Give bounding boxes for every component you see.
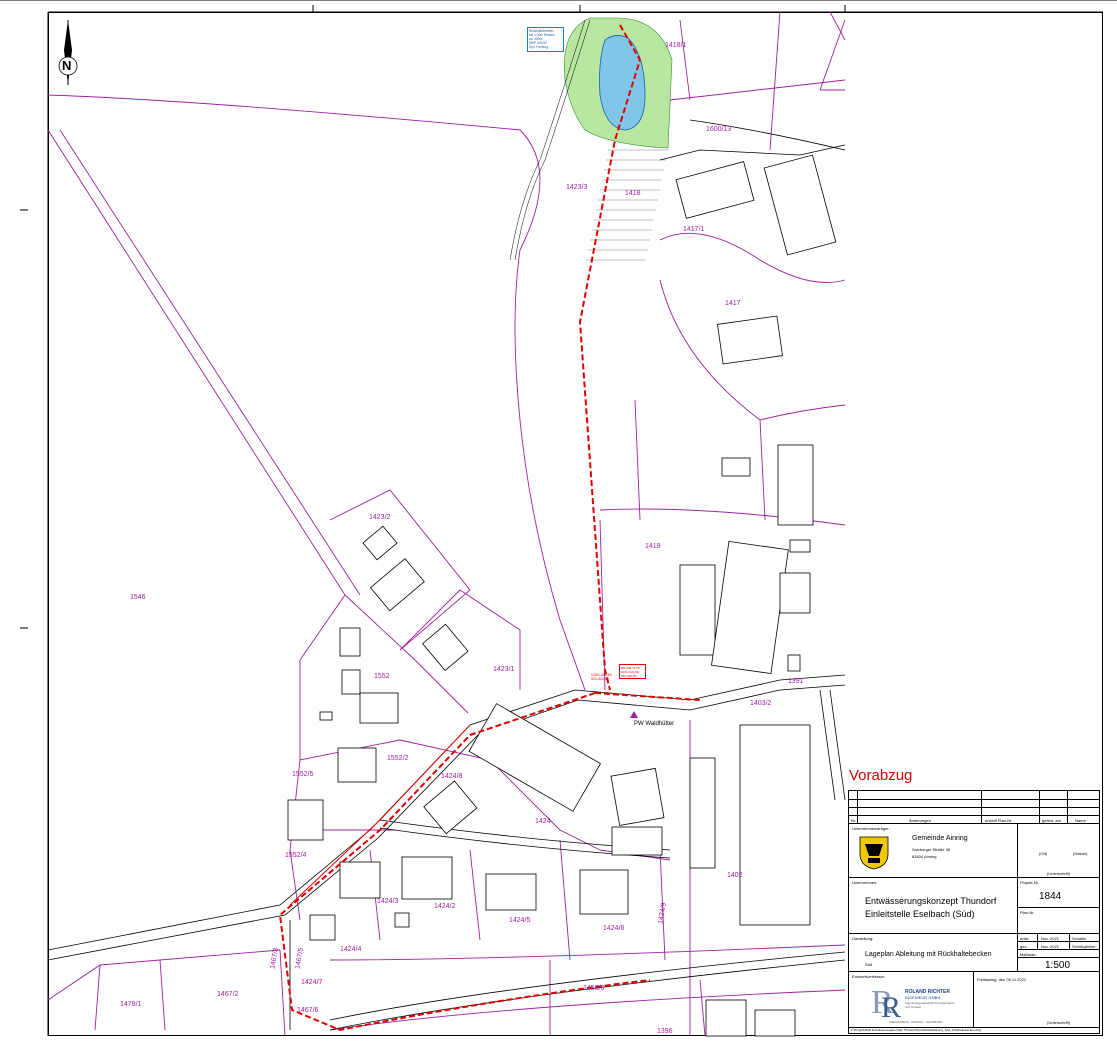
display-title: Lageplan Ableitung mit Rückhaltebecken — [865, 951, 992, 958]
parcel-label: 1424/2 — [434, 903, 456, 910]
scale-value: 1:500 — [1045, 960, 1071, 971]
parcel-label: 1479/1 — [120, 1001, 142, 1008]
parcel-label: 1552 — [374, 673, 390, 680]
retention-info-box: Rückhaltebecken bei 1,00m Rinsten ca. 40… — [527, 27, 564, 52]
parcel-label: 1418 — [625, 190, 641, 197]
date-label: (Datum) — [1073, 851, 1088, 856]
parcel-label: 1424/5 — [509, 917, 531, 924]
parcel-label: 1403/2 — [750, 700, 772, 707]
company-name-2: INGENIEUR GMBH — [905, 995, 941, 1000]
client-address: 83404 Ainring — [912, 854, 937, 859]
client-label: Unternehmensträger: — [852, 826, 890, 831]
plan-sheet: N 1418/1 1600/13 1423/3 1418 1417/1 1417… — [0, 0, 1117, 1041]
parcel-label: 1424/3 — [377, 898, 399, 905]
scale-label: Maßstab: — [1020, 952, 1037, 957]
plan-no-label: Plan-Nr. — [1020, 910, 1035, 915]
parcel-label: 1424 — [535, 818, 551, 825]
title-block: Nr. Änderungen erstellt Plan-Nr. geänd. … — [848, 790, 1100, 1034]
parcel-label: 1423/3 — [566, 184, 588, 191]
parcel-label: 1423/2 — [369, 514, 391, 521]
parcel-label: 1456/6 — [583, 985, 605, 992]
pump-station-label: PW Waldhütter — [634, 721, 675, 727]
company-locations: FREILASSING - PASSAU - SALZBURG — [889, 1020, 943, 1024]
drawn-row-name: Schaller — [1072, 936, 1087, 941]
rev-col-plan: erstellt Plan-Nr. — [985, 818, 1013, 823]
parcel-label: 1419 — [645, 543, 661, 550]
display-subtitle: Süd — [865, 962, 873, 967]
planner-label: Entwurfsverfasser: — [852, 974, 886, 979]
display-label: Darstellung: — [852, 936, 874, 941]
file-path: L:\Projekt\1844 Entwässerungskonzept Thu… — [851, 1028, 982, 1032]
checked-row-name: Schöbgfohler — [1072, 944, 1096, 949]
parcel-label: 1467/6 — [297, 1007, 319, 1014]
parcel-label: 1417 — [725, 300, 741, 307]
pipe-info-box: DN 200 / 0,35 GOK=424,80 SO=422,60 — [619, 664, 646, 679]
pipe-level-label: GOK=424,80 SO=422,60 — [591, 673, 612, 681]
company-subtitle: Ingenieurgesellschaft für Infrastruktur … — [905, 1001, 955, 1009]
signature-label: (Unterschrift) — [1047, 871, 1071, 876]
parcel-label: 1552/4 — [285, 852, 307, 859]
parcel-label: 1417/1 — [683, 226, 705, 233]
info-line: Dipl. Freiburg — [529, 45, 549, 49]
pipe-level-line: SO=422,60 — [591, 677, 609, 681]
parcel-label: 1467/2 — [217, 991, 239, 998]
north-arrow-letter: N — [62, 58, 72, 73]
parcel-label: 1418/1 — [665, 42, 687, 49]
parcel-label: 1600/13 — [706, 126, 732, 133]
client-address: Salzburger Straße 48 — [912, 847, 951, 852]
place-label: (Ort) — [1039, 851, 1048, 856]
parcel-label: 1423/1 — [493, 666, 515, 673]
rev-col-date: geänd. am — [1042, 818, 1061, 823]
company-logo-icon: R R — [871, 984, 901, 1019]
rev-col-name: Name — [1075, 818, 1086, 823]
project-no: 1844 — [1039, 891, 1062, 902]
coat-of-arms-icon — [859, 836, 889, 870]
parcel-label: 1424/4 — [340, 946, 362, 953]
parcel-label: 1424/8 — [441, 773, 463, 780]
north-arrow — [58, 20, 78, 85]
signed-place-date: Freilassing, den 09.11.2021 — [977, 977, 1027, 982]
signature-label-2: (Unterschrift) — [1047, 1020, 1071, 1025]
project-no-label: Projekt-Nr. — [1020, 880, 1039, 885]
checked-row-date: Nov. 2021 — [1041, 944, 1059, 949]
parcel-label: 1396 — [657, 1028, 673, 1035]
client-name: Gemeinde Ainring — [912, 835, 968, 842]
parcel-label: 1424/6 — [603, 925, 625, 932]
drawn-row-date: Nov. 2021 — [1041, 936, 1059, 941]
parcel-label: 1552/2 — [387, 755, 409, 762]
drawn-row-label: entw. — [1020, 936, 1030, 941]
svg-text:R: R — [881, 991, 901, 1019]
rev-col-changes: Änderungen — [909, 818, 931, 823]
parcel-label: 1546 — [130, 594, 146, 601]
parcel-label: 1402 — [727, 872, 743, 879]
pipe-info-line: SO=422,60 — [621, 674, 637, 678]
contractor-label: Unternehmen: — [852, 880, 878, 885]
parcel-label: 1391 — [788, 678, 804, 685]
draft-label: Vorabzug — [849, 767, 913, 784]
rev-col-nr: Nr. — [851, 818, 857, 823]
project-title: Entwässerungskonzept Thundorf — [865, 896, 997, 906]
parcel-label: 1424/7 — [301, 979, 323, 986]
project-subtitle: Einleitstelle Eselbach (Süd) — [865, 909, 975, 919]
parcel-label: 1552/5 — [292, 771, 314, 778]
checked-row-label: gez. — [1020, 944, 1028, 949]
